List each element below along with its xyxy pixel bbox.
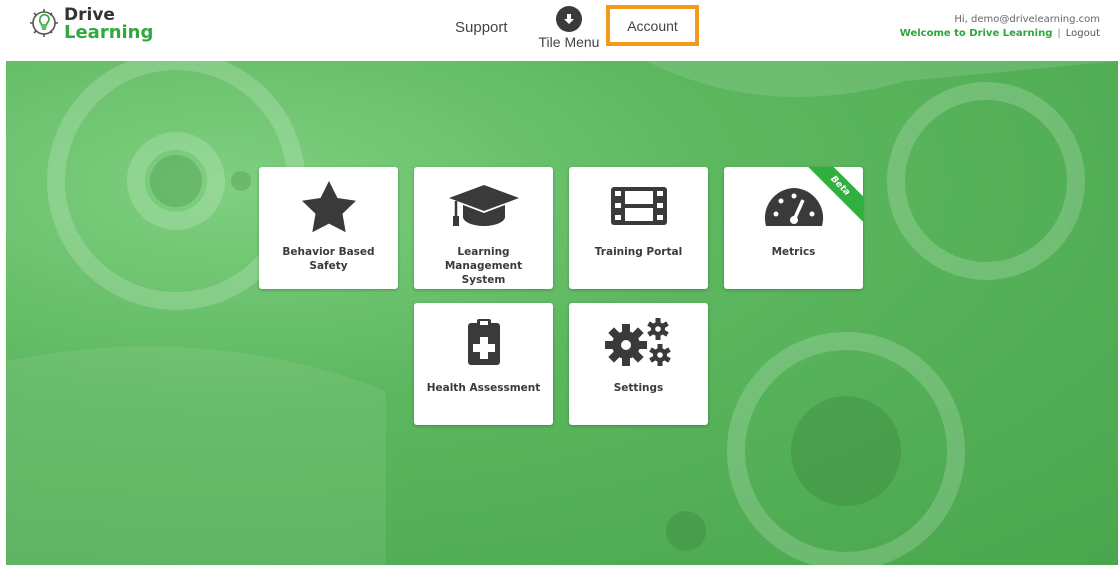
tile-label: Training Portal bbox=[594, 246, 683, 258]
star-icon bbox=[259, 181, 398, 233]
tile-label: Behavior Based Safety bbox=[282, 246, 375, 272]
tile-label: Health Assessment bbox=[426, 382, 541, 394]
nav-tile-menu-label: Tile Menu bbox=[538, 34, 600, 50]
nav-tile-menu[interactable]: Tile Menu bbox=[530, 6, 608, 50]
gears-background-image bbox=[6, 61, 1118, 565]
medical-clipboard-icon bbox=[414, 317, 553, 367]
tile-settings[interactable]: Settings bbox=[569, 303, 708, 425]
logo-text: Drive Learning bbox=[64, 7, 154, 43]
tile-learning-management-system[interactable]: Learning Management System bbox=[414, 167, 553, 289]
tile-health-assessment[interactable]: Health Assessment bbox=[414, 303, 553, 425]
gears-icon bbox=[569, 317, 708, 367]
top-header: Drive Learning Support Tile Menu Account… bbox=[0, 0, 1118, 61]
logo-line-2: Learning bbox=[64, 22, 154, 43]
tile-label: Metrics bbox=[771, 246, 816, 258]
tile-metrics[interactable]: Metrics Beta bbox=[724, 167, 863, 289]
nav-account-link[interactable]: Account bbox=[606, 5, 699, 46]
welcome-link[interactable]: Welcome to Drive Learning bbox=[900, 28, 1053, 39]
tile-training-portal[interactable]: Training Portal bbox=[569, 167, 708, 289]
film-icon bbox=[569, 181, 708, 231]
hero-background: Behavior Based Safety Learning Managemen… bbox=[6, 61, 1118, 565]
separator: | bbox=[1057, 28, 1061, 39]
arrow-down-circle-icon bbox=[556, 6, 582, 32]
nav-support-link[interactable]: Support bbox=[455, 19, 508, 36]
graduation-cap-icon bbox=[414, 181, 553, 231]
logout-link[interactable]: Logout bbox=[1066, 28, 1100, 39]
user-greeting: Hi, demo@drivelearning.com bbox=[954, 14, 1100, 25]
tile-label: Settings bbox=[613, 382, 664, 394]
drive-learning-logo[interactable]: Drive Learning bbox=[26, 6, 153, 42]
tile-label: Learning Management System bbox=[444, 246, 523, 286]
nav-account-label: Account bbox=[627, 17, 678, 34]
tile-behavior-based-safety[interactable]: Behavior Based Safety bbox=[259, 167, 398, 289]
lightbulb-gear-icon bbox=[30, 9, 58, 37]
user-info: Hi, demo@drivelearning.com Welcome to Dr… bbox=[900, 14, 1100, 39]
